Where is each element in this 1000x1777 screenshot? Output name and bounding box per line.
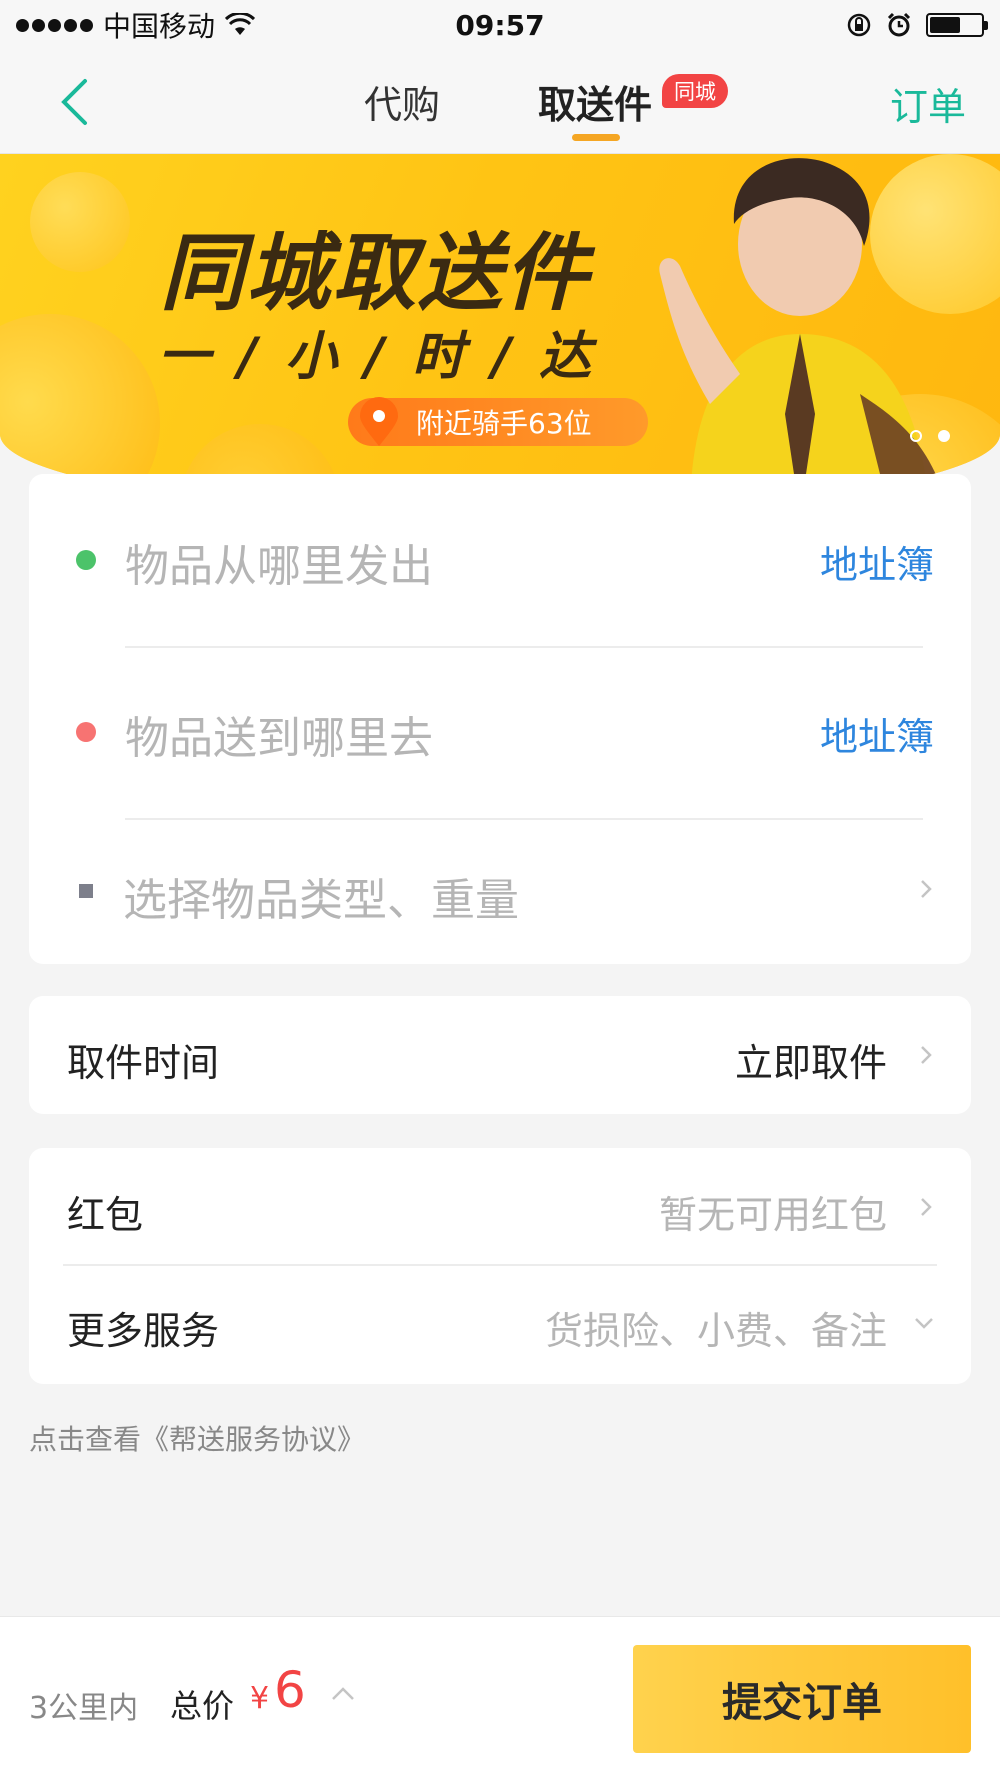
total-price-value: 6: [274, 1661, 306, 1719]
service-agreement-link[interactable]: 点击查看《帮送服务协议》: [29, 1418, 365, 1458]
tab-qusongjian[interactable]: 取送件: [538, 74, 652, 129]
active-tab-indicator: [572, 134, 620, 141]
pickup-time-label: 取件时间: [67, 1041, 220, 1085]
promo-banner[interactable]: 同城取送件 一/小/时/达 附近骑手63位: [0, 154, 1000, 514]
more-services-value: 货损险、小费、备注: [544, 1309, 887, 1353]
location-pin-icon: [360, 397, 398, 446]
chevron-up-icon[interactable]: [328, 1683, 358, 1703]
chevron-right-icon: [921, 880, 932, 898]
status-left: 中国移动: [16, 5, 256, 45]
banner-title: 同城取送件: [160, 224, 591, 322]
pager-dot: [910, 430, 922, 442]
pickup-time-value[interactable]: 立即取件: [735, 1032, 887, 1087]
more-services-row[interactable]: 更多服务 货损险、小费、备注: [29, 1266, 971, 1384]
back-button[interactable]: [44, 72, 104, 132]
signal-strength-icon: [16, 18, 93, 32]
total-price-label: 总价: [170, 1687, 235, 1725]
from-address-book-button[interactable]: 地址簿: [820, 534, 934, 589]
to-address-book-button[interactable]: 地址簿: [820, 706, 934, 761]
tongcheng-badge: 同城: [662, 74, 728, 108]
tab-daigou[interactable]: 代购: [364, 74, 440, 129]
extras-card: 红包 暂无可用红包 更多服务 货损险、小费、备注: [29, 1148, 971, 1384]
carrier-name: 中国移动: [103, 10, 216, 43]
distance-label: 3公里内: [29, 1691, 139, 1726]
currency-symbol: ¥: [250, 1681, 270, 1716]
wifi-icon: [225, 13, 256, 35]
to-address-row[interactable]: 物品送到哪里去 地址簿: [29, 646, 971, 816]
red-packet-value: 暂无可用红包: [658, 1193, 887, 1237]
bottom-bar: 3公里内 总价 ¥ 6 提交订单: [0, 1616, 1000, 1777]
chevron-left-icon: [61, 79, 87, 125]
nearby-riders-pill: 附近骑手63位: [348, 397, 648, 446]
spokesperson-image: [659, 158, 940, 514]
chevron-down-icon: [915, 1318, 933, 1329]
battery-icon: [926, 13, 988, 37]
origin-dot-icon: [76, 550, 96, 570]
nav-bar: 代购 取送件 同城 订单: [0, 50, 1000, 154]
submit-order-button[interactable]: 提交订单: [633, 1645, 971, 1753]
to-address-placeholder[interactable]: 物品送到哪里去: [125, 702, 433, 766]
red-packet-row[interactable]: 红包 暂无可用红包: [29, 1148, 971, 1264]
pickup-time-row[interactable]: 取件时间 立即取件: [29, 996, 971, 1114]
address-card: 物品从哪里发出 地址簿 物品送到哪里去 地址簿 选择物品类型、重量: [29, 474, 971, 964]
item-type-placeholder[interactable]: 选择物品类型、重量: [123, 864, 519, 928]
rotation-lock-icon: [847, 13, 871, 37]
destination-dot-icon: [76, 722, 96, 742]
alarm-icon: [887, 12, 911, 37]
banner-pager: [910, 430, 950, 442]
from-address-row[interactable]: 物品从哪里发出 地址簿: [29, 474, 971, 644]
chevron-right-icon: [921, 1198, 932, 1216]
chevron-right-icon: [921, 1046, 932, 1064]
nearby-riders-text: 附近骑手63位: [416, 407, 592, 440]
red-packet-label: 红包: [67, 1193, 144, 1237]
status-bar: 中国移动 09:57: [0, 0, 1000, 50]
banner-subtitle: 一/小/时/达: [158, 327, 619, 387]
orders-link[interactable]: 订单: [890, 76, 966, 131]
more-services-label: 更多服务: [67, 1309, 220, 1353]
item-square-icon: [79, 884, 93, 898]
from-address-placeholder[interactable]: 物品从哪里发出: [125, 530, 433, 594]
pager-dot-active: [938, 430, 950, 442]
status-right: [846, 12, 988, 38]
